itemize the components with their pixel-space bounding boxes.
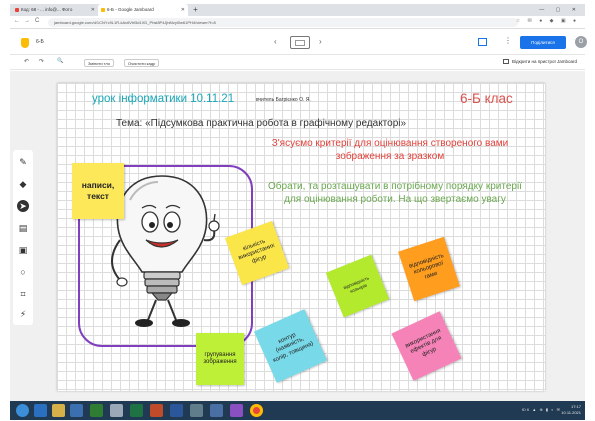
- note-text: групування зображення: [203, 351, 237, 366]
- open-device-label: Відкрити на пристрої Jamboard: [512, 59, 577, 64]
- circle-icon[interactable]: ○: [17, 266, 29, 278]
- clock-date: 10.11.2021: [561, 410, 581, 415]
- set-background-button[interactable]: Змінити тло: [84, 59, 115, 67]
- note-text: кількість використаних фігур: [237, 238, 276, 265]
- zoom-icon[interactable]: 🔍: [57, 58, 63, 64]
- photos-icon[interactable]: [190, 404, 203, 417]
- laser-icon[interactable]: ⚡: [17, 308, 29, 320]
- note-text: відповідність кольорової гами: [408, 252, 445, 281]
- sticky-note-icon[interactable]: ▤: [17, 222, 29, 234]
- note-text: написи, текст: [81, 180, 115, 201]
- new-tab-button[interactable]: +: [191, 5, 200, 14]
- browser-tab-photos[interactable]: Код: 68 - ... info@... Фото ✕: [12, 4, 98, 16]
- note-text: використання ефектів для фігур: [404, 327, 443, 358]
- criteria-heading: З'ясуємо критерії для оцінювання створен…: [271, 138, 509, 163]
- share-button[interactable]: Поділитися: [520, 36, 566, 49]
- teacher-name: вчитель Багрієнко О. Я.: [256, 97, 311, 103]
- frame-thumbnail-icon: [295, 40, 305, 46]
- browser-address-row: ← → C jamboard.google.com/d/1CNYc9L1R-kA…: [10, 16, 585, 29]
- address-bar[interactable]: jamboard.google.com/d/1CNYc9L1R-kAv6Vhl5…: [48, 18, 518, 27]
- browser-tab-jamboard[interactable]: 6-Б - Google Jamboard ✕: [98, 4, 188, 16]
- app-icon[interactable]: [90, 404, 103, 417]
- taskbar-clock[interactable]: 17:17 10.11.2021: [561, 404, 581, 416]
- window-controls[interactable]: — ▢ ✕: [539, 4, 581, 16]
- eraser-icon[interactable]: ◆: [17, 178, 29, 190]
- forward-arrow-icon[interactable]: →: [24, 18, 30, 24]
- next-frame-icon[interactable]: ›: [319, 37, 322, 46]
- jamboard-logo-icon[interactable]: [21, 38, 29, 48]
- close-tab-icon[interactable]: ✕: [181, 4, 185, 16]
- sticky-note-grouping[interactable]: групування зображення: [196, 333, 244, 385]
- powerpoint-icon[interactable]: [150, 404, 163, 417]
- start-button-icon[interactable]: [16, 404, 29, 417]
- bulb-legs: [135, 299, 190, 327]
- instruction-text: Обрати, та розташувати в потрібному поря…: [268, 181, 522, 206]
- previous-frame-icon[interactable]: ‹: [274, 37, 277, 46]
- topic-heading: Тема: «Підсумкова практична робота в гра…: [116, 118, 407, 129]
- word-icon[interactable]: [170, 404, 183, 417]
- tab-favicon-icon: [15, 8, 19, 12]
- jamboard-header: 6-Б ‹ › ⋮ Поділитися О: [10, 30, 587, 55]
- back-arrow-icon[interactable]: ←: [14, 18, 20, 24]
- screenshot-root: Код: 68 - ... info@... Фото ✕ 6-Б - Goog…: [0, 0, 595, 421]
- sticky-note-captions[interactable]: написи, текст: [72, 163, 124, 219]
- present-icon[interactable]: [478, 38, 487, 46]
- class-label: 6-Б клас: [460, 91, 513, 106]
- extension-icons[interactable]: ☆ ✉ ● ◆ ▣ ●: [516, 18, 579, 24]
- ie-browser-icon[interactable]: [34, 404, 47, 417]
- more-vert-icon[interactable]: ⋮: [504, 36, 512, 45]
- notepad-icon[interactable]: [110, 404, 123, 417]
- bulb-base: [143, 271, 181, 301]
- undo-icon[interactable]: ↶: [24, 58, 29, 65]
- note-text: контур (наявність, колір, товщина): [272, 331, 315, 364]
- select-icon[interactable]: ➤: [17, 200, 29, 212]
- lesson-title: урок інформатики 10.11.21: [92, 93, 235, 105]
- windows-taskbar: ЮК ▲ ⊕ ▮ ◐ ✉ 17:17 10.11.2021: [10, 401, 585, 420]
- excel-icon[interactable]: [130, 404, 143, 417]
- tab-label: Код: 68 - ... info@... Фото: [21, 7, 73, 12]
- jamboard-favicon-icon: [101, 8, 105, 12]
- document-title[interactable]: 6-Б: [36, 39, 44, 45]
- system-tray[interactable]: ЮК ▲ ⊕ ▮ ◐ ✉: [522, 407, 561, 412]
- pen-icon[interactable]: ✎: [17, 156, 29, 168]
- clear-frame-button[interactable]: Очистити кадр: [124, 59, 160, 67]
- jamboard-toolbar: ↶ ↷ 🔍 Змінити тло Очистити кадр Відкрити…: [10, 55, 585, 70]
- drawing-tools-sidebar: ✎ ◆ ➤ ▤ ▣ ○ ⌗ ⚡: [13, 150, 33, 325]
- redo-icon[interactable]: ↷: [39, 58, 44, 65]
- open-on-device-button[interactable]: Відкрити на пристрої Jamboard: [503, 59, 577, 65]
- bulb-glass: [116, 175, 208, 273]
- frame-bar-toggle[interactable]: [290, 36, 310, 49]
- browser-tab-strip: Код: 68 - ... info@... Фото ✕ 6-Б - Goog…: [10, 4, 585, 16]
- image-icon[interactable]: ▣: [17, 244, 29, 256]
- file-explorer-icon[interactable]: [52, 404, 65, 417]
- device-icon: [503, 59, 510, 65]
- reload-icon[interactable]: C: [35, 18, 39, 24]
- skype-icon[interactable]: [210, 404, 223, 417]
- note-text: відповідність кольорів: [342, 275, 370, 294]
- chrome-icon[interactable]: [250, 404, 263, 417]
- close-tab-icon[interactable]: ✕: [91, 4, 95, 16]
- tab-label: 6-Б - Google Jamboard: [107, 7, 154, 12]
- onenote-icon[interactable]: [230, 404, 243, 417]
- media-player-icon[interactable]: [70, 404, 83, 417]
- text-box-icon[interactable]: ⌗: [17, 288, 29, 300]
- avatar[interactable]: О: [575, 36, 587, 48]
